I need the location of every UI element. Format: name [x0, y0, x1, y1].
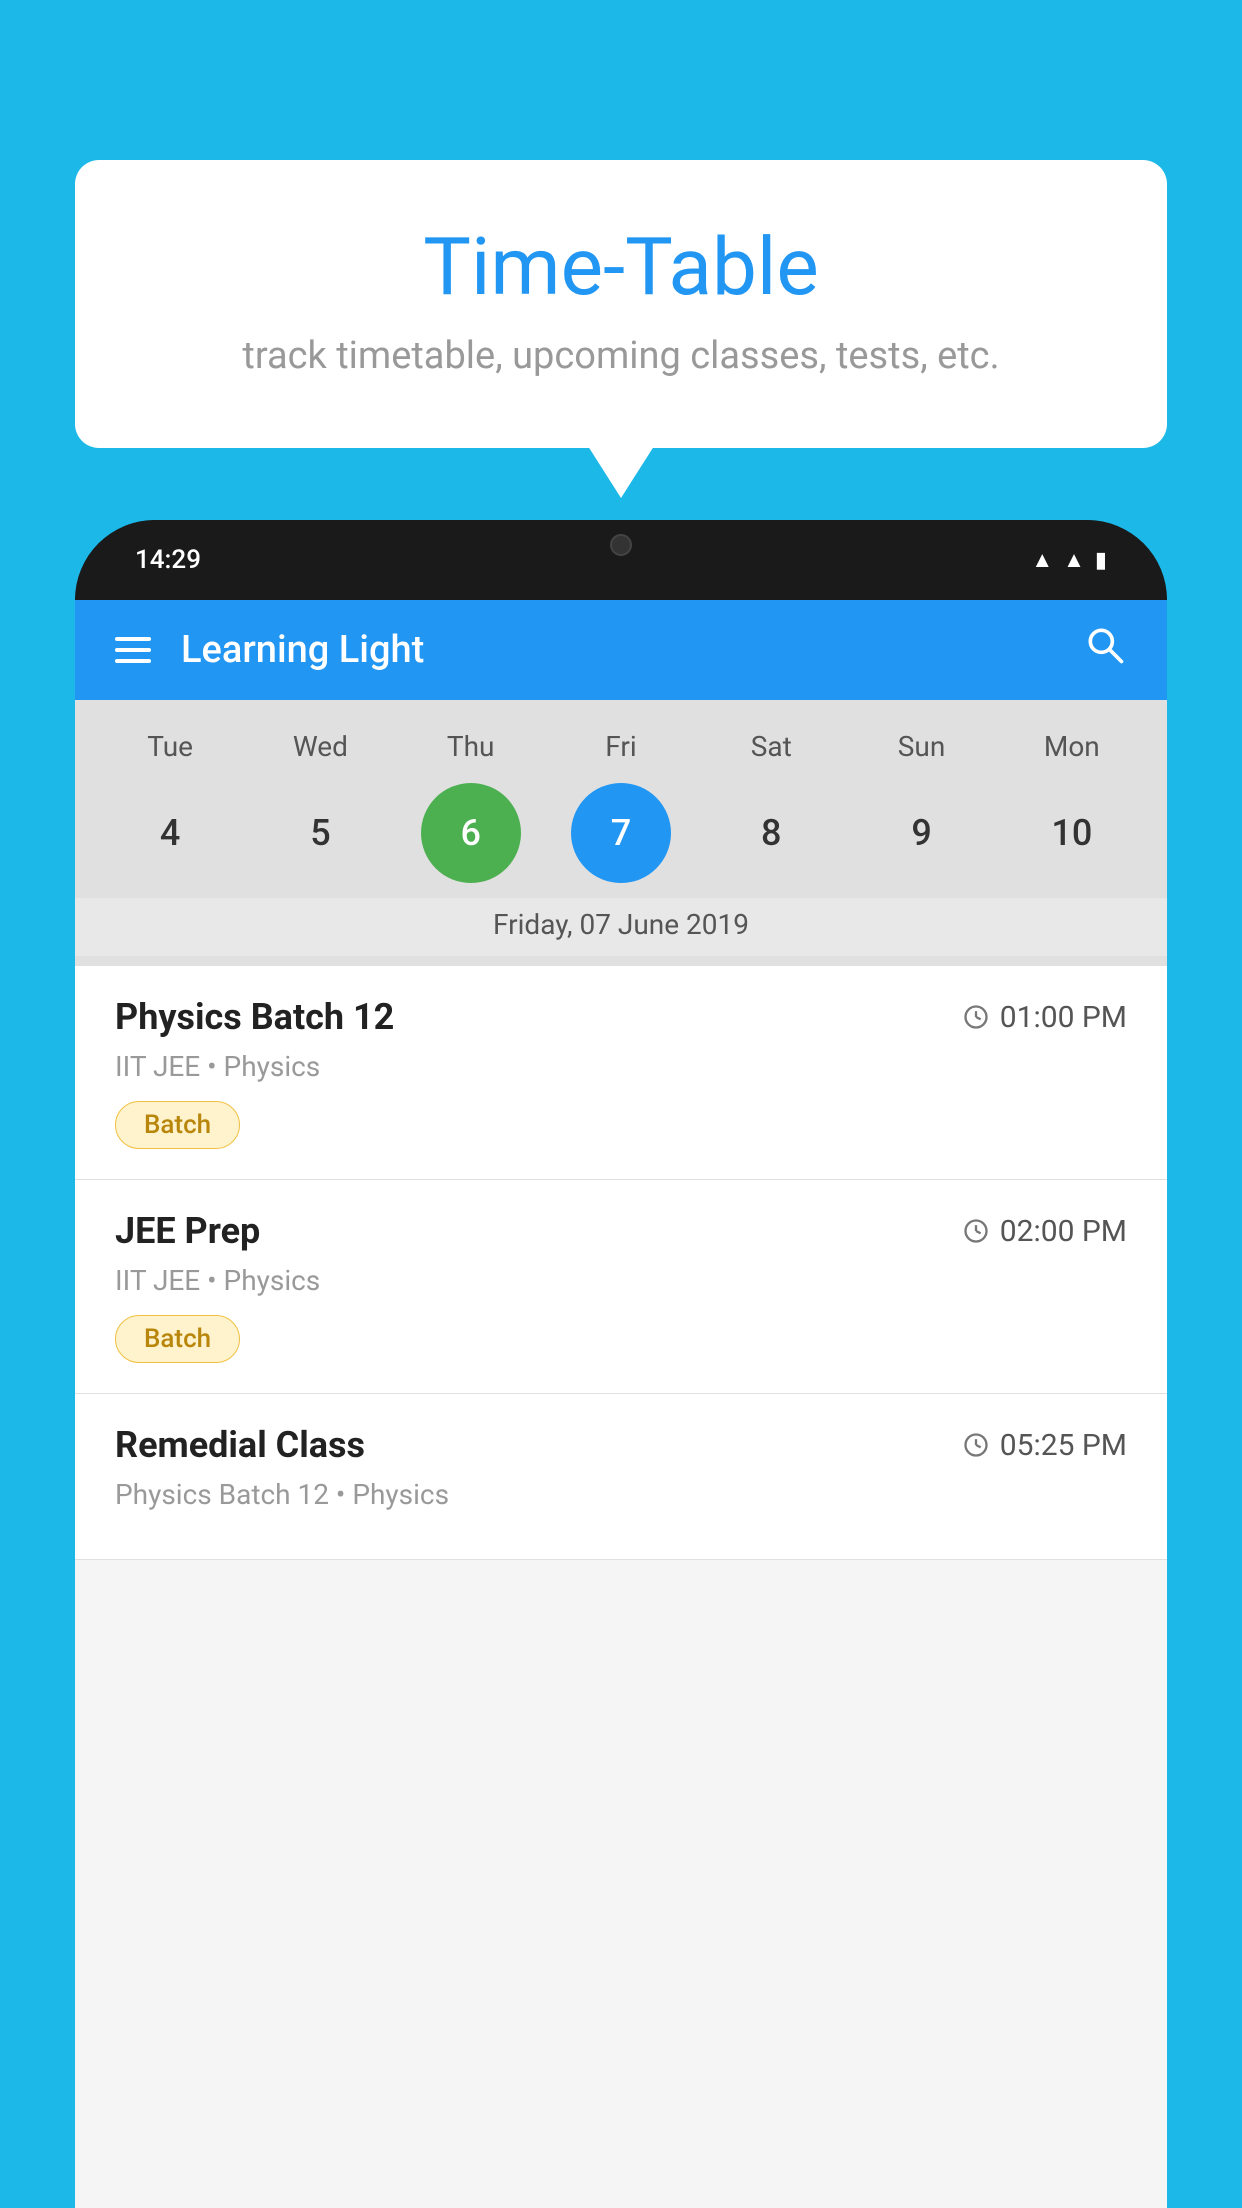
schedule-item-header: Physics Batch 12 01:00 PM: [115, 996, 1127, 1038]
date-item[interactable]: 8: [721, 783, 821, 883]
menu-button[interactable]: [115, 637, 151, 663]
batch-badge: Batch: [115, 1315, 240, 1363]
day-label: Wed: [270, 730, 370, 763]
date-item[interactable]: 5: [270, 783, 370, 883]
class-time: 05:25 PM: [962, 1428, 1127, 1463]
class-meta: Physics Batch 12 • Physics: [115, 1478, 1127, 1511]
class-name: JEE Prep: [115, 1210, 260, 1252]
app-toolbar: Learning Light: [75, 600, 1167, 700]
bubble-title: Time-Table: [125, 220, 1117, 314]
schedule-list: Physics Batch 12 01:00 PM IIT JEE • Phys…: [75, 966, 1167, 1560]
battery-icon: ▮: [1095, 548, 1107, 573]
date-item[interactable]: 7: [571, 783, 671, 883]
speech-bubble: Time-Table track timetable, upcoming cla…: [75, 160, 1167, 448]
day-label: Sun: [872, 730, 972, 763]
calendar-header: Tue Wed Thu Fri Sat Sun Mon 456789 10 Friday, 0…: [75, 700, 1167, 966]
schedule-item[interactable]: Remedial Class 05:25 PM Physics Batch 12…: [75, 1394, 1167, 1560]
date-item[interactable]: 4: [120, 783, 220, 883]
schedule-item-header: JEE Prep 02:00 PM: [115, 1210, 1127, 1252]
selected-date-label: Friday, 07 June 2019: [75, 898, 1167, 956]
days-row: Tue Wed Thu Fri Sat Sun Mon: [75, 720, 1167, 773]
day-label: Tue: [120, 730, 220, 763]
notch: [561, 520, 681, 570]
date-item[interactable]: 6: [421, 783, 521, 883]
dates-row: 456789 10: [75, 773, 1167, 898]
class-name: Remedial Class: [115, 1424, 365, 1466]
signal-icon: ▲: [1063, 547, 1085, 573]
search-button[interactable]: [1083, 623, 1127, 677]
day-label: Fri: [571, 730, 671, 763]
date-item[interactable]: 10: [1022, 783, 1122, 883]
phone-container: 14:29 ▲ ▲ ▮ Learning Light: [75, 520, 1167, 2208]
hamburger-line: [115, 648, 151, 652]
schedule-item[interactable]: Physics Batch 12 01:00 PM IIT JEE • Phys…: [75, 966, 1167, 1180]
status-time: 14:29: [135, 545, 201, 575]
class-meta: IIT JEE • Physics: [115, 1264, 1127, 1297]
status-icons: ▲ ▲ ▮: [1031, 547, 1107, 573]
app-screen: Learning Light Tue Wed Thu Fri Sat Sun Mon 456…: [75, 600, 1167, 2208]
class-name: Physics Batch 12: [115, 996, 394, 1038]
toolbar-left: Learning Light: [115, 628, 424, 672]
class-time: 02:00 PM: [962, 1214, 1127, 1249]
hamburger-line: [115, 659, 151, 663]
hamburger-line: [115, 637, 151, 641]
status-bar: 14:29 ▲ ▲ ▮: [75, 520, 1167, 600]
class-time: 01:00 PM: [962, 1000, 1127, 1035]
bubble-subtitle: track timetable, upcoming classes, tests…: [125, 334, 1117, 378]
wifi-icon: ▲: [1031, 547, 1053, 573]
class-meta: IIT JEE • Physics: [115, 1050, 1127, 1083]
schedule-item[interactable]: JEE Prep 02:00 PM IIT JEE • Physics Batc…: [75, 1180, 1167, 1394]
date-item[interactable]: 9: [872, 783, 972, 883]
schedule-item-header: Remedial Class 05:25 PM: [115, 1424, 1127, 1466]
day-label: Thu: [421, 730, 521, 763]
day-label: Mon: [1022, 730, 1122, 763]
phone-frame: 14:29 ▲ ▲ ▮ Learning Light: [75, 520, 1167, 2208]
day-label: Sat: [721, 730, 821, 763]
batch-badge: Batch: [115, 1101, 240, 1149]
app-title: Learning Light: [181, 628, 424, 672]
camera: [610, 534, 632, 556]
